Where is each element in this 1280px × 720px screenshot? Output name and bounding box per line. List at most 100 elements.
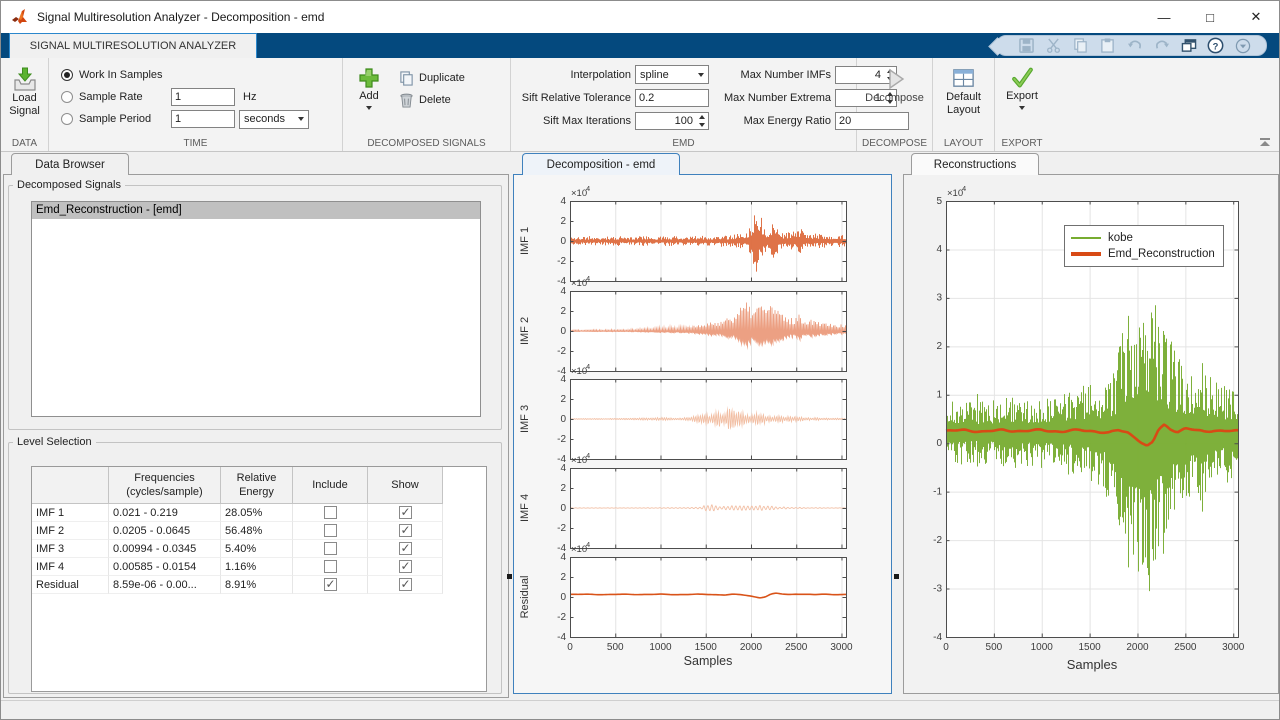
include-checkbox[interactable] (324, 578, 337, 591)
load-signal-button[interactable]: Load Signal (7, 64, 42, 120)
delete-label: Delete (419, 94, 451, 106)
max-energy-ratio-label: Max Energy Ratio (713, 115, 831, 127)
toolstrip-tabbar: SIGNAL MULTIRESOLUTION ANALYZER ? (1, 33, 1279, 58)
show-checkbox[interactable] (399, 560, 412, 573)
work-in-samples-radio-row[interactable]: Work In Samples (61, 64, 336, 86)
delete-icon (399, 93, 414, 108)
work-in-samples-radio[interactable] (61, 69, 73, 81)
section-layout: Default Layout LAYOUT (933, 58, 995, 151)
tab-reconstructions[interactable]: Reconstructions (911, 153, 1039, 175)
matlab-logo-icon (11, 9, 29, 25)
work-in-samples-label: Work In Samples (79, 69, 163, 81)
cut-icon[interactable] (1045, 37, 1062, 54)
add-icon (357, 66, 381, 90)
spin-up-icon[interactable] (699, 115, 705, 119)
level-selection-table[interactable]: Frequencies(cycles/sample) RelativeEnerg… (31, 466, 487, 692)
spin-down-icon[interactable] (699, 123, 705, 127)
show-checkbox[interactable] (399, 524, 412, 537)
sift-relative-tolerance-input[interactable] (635, 89, 709, 107)
minimize-button[interactable]: — (1141, 1, 1187, 33)
section-layout-label: LAYOUT (933, 138, 994, 149)
load-signal-icon (12, 66, 38, 92)
decomposed-signals-list[interactable]: Emd_Reconstruction - [emd] (31, 201, 481, 417)
include-checkbox[interactable] (324, 542, 337, 555)
section-data: Load Signal DATA (1, 58, 49, 151)
col-include: Include (293, 467, 368, 504)
tab-signal-multiresolution-analyzer[interactable]: SIGNAL MULTIRESOLUTION ANALYZER (9, 33, 257, 58)
titlebar: Signal Multiresolution Analyzer - Decomp… (1, 1, 1279, 33)
reconstructions-panel: Reconstructions kobe Emd_Reconstruction (903, 153, 1279, 694)
help-icon[interactable]: ? (1207, 37, 1224, 54)
redo-icon[interactable] (1153, 37, 1170, 54)
sample-rate-input[interactable] (171, 88, 235, 106)
chart-legend: kobe Emd_Reconstruction (1064, 225, 1224, 267)
data-browser-panel: Data Browser Decomposed Signals Emd_Reco… (3, 153, 509, 698)
maximize-button[interactable]: □ (1187, 1, 1233, 33)
duplicate-button[interactable]: Duplicate (399, 67, 465, 89)
tab-decomposition-emd[interactable]: Decomposition - emd (522, 153, 680, 175)
right-splitter-handle[interactable] (894, 574, 899, 579)
add-dropdown-icon (366, 106, 372, 110)
status-bar (1, 700, 1279, 719)
table-row: IMF 4 0.00585 - 0.0154 1.16% (32, 558, 486, 576)
show-checkbox[interactable] (399, 506, 412, 519)
include-checkbox[interactable] (324, 524, 337, 537)
sample-period-radio[interactable] (61, 113, 73, 125)
copy-icon[interactable] (1072, 37, 1089, 54)
col-frequencies: Frequencies(cycles/sample) (109, 467, 221, 504)
interpolation-value: spline (640, 69, 669, 81)
reconstruction-line-swatch (1071, 252, 1101, 256)
undo-icon[interactable] (1126, 37, 1143, 54)
include-checkbox[interactable] (324, 506, 337, 519)
decompose-button[interactable]: Decompose (863, 64, 926, 107)
section-decomposed-signals: Add Duplicate (343, 58, 511, 151)
add-button[interactable]: Add (353, 64, 385, 112)
svg-text:?: ? (1213, 41, 1219, 52)
default-layout-label: Default (946, 91, 981, 104)
decomposition-chart[interactable] (514, 175, 889, 691)
show-checkbox[interactable] (399, 578, 412, 591)
interpolation-dropdown[interactable]: spline (635, 65, 709, 84)
list-item[interactable]: Emd_Reconstruction - [emd] (32, 202, 480, 219)
sift-max-iterations-spinner[interactable] (635, 112, 709, 130)
tab-data-browser[interactable]: Data Browser (11, 153, 129, 175)
legend-kobe-label: kobe (1108, 232, 1133, 244)
decompose-icon (882, 66, 908, 92)
sift-max-iterations-label: Sift Max Iterations (515, 115, 631, 127)
decompose-label: Decompose (865, 92, 924, 105)
toolbar-options-icon[interactable] (1234, 37, 1251, 54)
level-selection-group-title: Level Selection (13, 436, 96, 448)
export-dropdown-icon (1019, 106, 1025, 110)
decomposition-panel: Decomposition - emd (513, 153, 892, 694)
left-splitter-handle[interactable] (507, 574, 512, 579)
sample-rate-radio[interactable] (61, 91, 73, 103)
export-button[interactable]: Export (1001, 64, 1043, 112)
default-layout-button[interactable]: Default Layout (939, 64, 988, 119)
delete-button[interactable]: Delete (399, 89, 465, 111)
save-icon[interactable] (1018, 37, 1035, 54)
sample-period-radio-row[interactable]: Sample Period seconds (61, 108, 336, 130)
col-show: Show (368, 467, 443, 504)
quick-access-toolbar: ? (996, 35, 1267, 56)
section-decompose: Decompose DECOMPOSE (857, 58, 933, 151)
duplicate-icon (399, 71, 414, 86)
include-checkbox[interactable] (324, 560, 337, 573)
sample-period-input[interactable] (171, 110, 235, 128)
paste-icon[interactable] (1099, 37, 1116, 54)
close-button[interactable]: ✕ (1233, 1, 1279, 33)
data-browser-body: Decomposed Signals Emd_Reconstruction - … (3, 174, 509, 698)
chevron-down-icon (298, 117, 304, 121)
section-export-label: EXPORT (995, 138, 1049, 149)
section-decompose-label: DECOMPOSE (857, 138, 932, 149)
period-unit-dropdown[interactable]: seconds (239, 110, 309, 129)
dock-window-icon[interactable] (1180, 37, 1197, 54)
table-row: IMF 3 0.00994 - 0.0345 5.40% (32, 540, 486, 558)
export-label: Export (1006, 90, 1038, 103)
chevron-down-icon (698, 73, 704, 77)
show-checkbox[interactable] (399, 542, 412, 555)
default-layout-icon (951, 66, 976, 91)
sample-rate-radio-row[interactable]: Sample Rate Hz (61, 86, 336, 108)
section-export: Export EXPORT (995, 58, 1049, 151)
collapse-toolstrip-button[interactable] (1259, 138, 1271, 147)
table-header-row: Frequencies(cycles/sample) RelativeEnerg… (32, 467, 486, 504)
